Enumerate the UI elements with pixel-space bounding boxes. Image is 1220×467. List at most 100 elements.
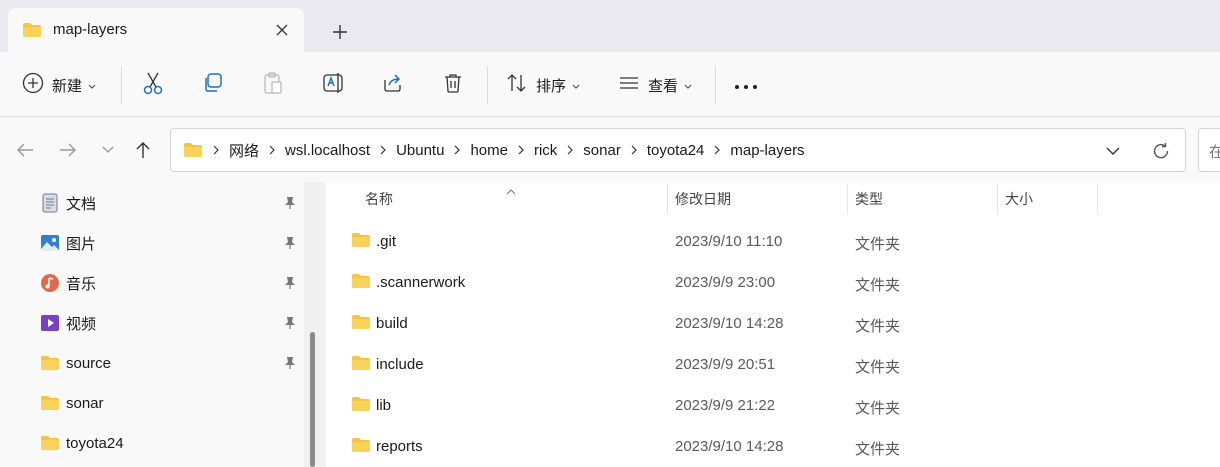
breadcrumb-item[interactable]: 网络 — [229, 140, 259, 161]
folder-icon — [351, 355, 371, 375]
delete-button[interactable] — [442, 68, 464, 102]
videos-icon — [40, 313, 60, 333]
refresh-icon[interactable] — [1149, 139, 1173, 163]
column-divider[interactable] — [1097, 184, 1098, 214]
tab-map-layers[interactable]: map-layers — [8, 8, 304, 52]
breadcrumb-item[interactable]: map-layers — [730, 142, 804, 159]
file-type: 文件夹 — [855, 277, 901, 294]
sort-button-label: 排序 — [536, 77, 567, 95]
file-row[interactable]: include 2023/9/9 20:51 文件夹 — [326, 344, 1220, 385]
sidebar-item-label: 音乐 — [66, 275, 97, 293]
sidebar-item-label: 文档 — [66, 195, 97, 213]
file-name: reports — [376, 438, 423, 455]
back-arrow-icon[interactable] — [11, 136, 39, 164]
sidebar-scrollbar-thumb[interactable] — [310, 332, 315, 467]
column-divider[interactable] — [997, 184, 998, 214]
paste-button[interactable] — [262, 68, 284, 102]
column-header-name[interactable]: 名称 — [365, 182, 665, 216]
sidebar-item[interactable]: 视频 — [40, 306, 302, 340]
breadcrumb-chevron-icon[interactable] — [714, 145, 721, 155]
sort-button[interactable]: 排序 — [506, 68, 580, 102]
pin-icon[interactable] — [284, 196, 296, 214]
new-button[interactable]: 新建 — [22, 68, 96, 102]
tab-title: map-layers — [53, 21, 128, 38]
breadcrumb-chevron-icon[interactable] — [631, 145, 637, 155]
breadcrumb-chevron-icon[interactable] — [380, 145, 386, 155]
trash-icon — [442, 72, 464, 98]
sidebar-item[interactable]: sonar — [40, 386, 302, 420]
copy-icon — [202, 72, 224, 98]
navigation-pane: 文档图片音乐视频 source sonar toyota24 — [0, 182, 304, 467]
breadcrumb-item[interactable]: home — [470, 142, 508, 159]
file-row[interactable]: lib 2023/9/9 21:22 文件夹 — [326, 385, 1220, 426]
breadcrumb-item[interactable]: toyota24 — [647, 142, 705, 159]
view-button[interactable]: 查看 — [618, 68, 692, 102]
folder-icon — [40, 433, 60, 453]
folder-icon — [22, 22, 42, 42]
file-row[interactable]: .scannerwork 2023/9/9 23:00 文件夹 — [326, 262, 1220, 303]
search-input[interactable]: 在 — [1198, 128, 1220, 172]
file-name: include — [376, 356, 424, 373]
file-row[interactable]: .git 2023/9/10 11:10 文件夹 — [326, 221, 1220, 262]
breadcrumb-item[interactable]: rick — [534, 142, 557, 159]
up-arrow-icon[interactable] — [129, 136, 157, 164]
copy-button[interactable] — [202, 68, 224, 102]
address-bar[interactable]: 网络 wsl.localhost Ubuntu home rick sonar toyota… — [170, 128, 1186, 172]
toolbar-divider — [121, 66, 122, 104]
sidebar-item-label: toyota24 — [66, 434, 124, 452]
command-bar: 新建 排序 查看 — [0, 52, 1220, 117]
file-row[interactable]: reports 2023/9/10 14:28 文件夹 — [326, 426, 1220, 467]
sort-icon — [506, 73, 528, 97]
breadcrumb-chevron-icon[interactable] — [518, 145, 524, 155]
sidebar-item-label: 视频 — [66, 315, 97, 333]
sidebar-item[interactable]: 文档 — [40, 186, 302, 220]
pin-icon[interactable] — [284, 316, 296, 334]
sidebar-item-label: sonar — [66, 394, 104, 412]
close-tab-icon[interactable] — [270, 18, 294, 42]
folder-icon — [183, 142, 203, 158]
breadcrumb-item[interactable]: Ubuntu — [396, 142, 444, 159]
file-modified-date: 2023/9/9 21:22 — [675, 397, 776, 414]
share-icon — [382, 72, 404, 98]
scissors-icon — [142, 71, 164, 99]
column-divider[interactable] — [667, 184, 668, 214]
sidebar-item[interactable]: toyota24 — [40, 426, 302, 460]
pin-icon[interactable] — [284, 236, 296, 254]
forward-arrow-icon[interactable] — [54, 136, 82, 164]
plus-circle-icon — [22, 72, 44, 98]
file-name: .git — [376, 233, 397, 250]
cut-button[interactable] — [142, 68, 164, 102]
sidebar-item-label: 图片 — [66, 235, 97, 253]
clipboard-icon — [262, 71, 284, 99]
address-history-chevron-icon[interactable] — [1101, 139, 1125, 163]
pin-icon[interactable] — [284, 276, 296, 294]
new-button-label: 新建 — [52, 77, 83, 95]
share-button[interactable] — [382, 68, 404, 102]
recent-locations-chevron-icon[interactable] — [94, 136, 122, 164]
column-divider[interactable] — [847, 184, 848, 214]
breadcrumb-item[interactable]: wsl.localhost — [285, 142, 370, 159]
sidebar-item-label: source — [66, 354, 112, 372]
column-header-size[interactable]: 大小 — [1005, 182, 1095, 216]
pin-icon[interactable] — [284, 356, 296, 374]
breadcrumb-chevron-icon[interactable] — [454, 145, 461, 155]
breadcrumb-chevron-icon[interactable] — [269, 145, 275, 155]
file-list: 名称 修改日期 类型 大小 .git 2023/9/10 11:10 文件夹 .sca… — [326, 182, 1220, 467]
file-row[interactable]: build 2023/9/10 14:28 文件夹 — [326, 303, 1220, 344]
column-header-modified[interactable]: 修改日期 — [675, 182, 845, 216]
column-header-type[interactable]: 类型 — [855, 182, 995, 216]
file-name: lib — [376, 397, 392, 414]
folder-icon — [40, 353, 60, 373]
file-name: build — [376, 315, 408, 332]
sidebar-item[interactable]: source — [40, 346, 302, 380]
rename-button[interactable] — [322, 68, 346, 102]
more-options-button[interactable] — [734, 68, 758, 102]
sidebar-item[interactable]: 图片 — [40, 226, 302, 260]
breadcrumb-chevron-icon[interactable] — [213, 145, 219, 155]
breadcrumb-chevron-icon[interactable] — [567, 145, 574, 155]
folder-icon — [40, 393, 60, 413]
new-tab-icon[interactable] — [326, 18, 354, 46]
chevron-down-icon — [88, 77, 96, 94]
breadcrumb-item[interactable]: sonar — [583, 142, 621, 159]
sidebar-item[interactable]: 音乐 — [40, 266, 302, 300]
